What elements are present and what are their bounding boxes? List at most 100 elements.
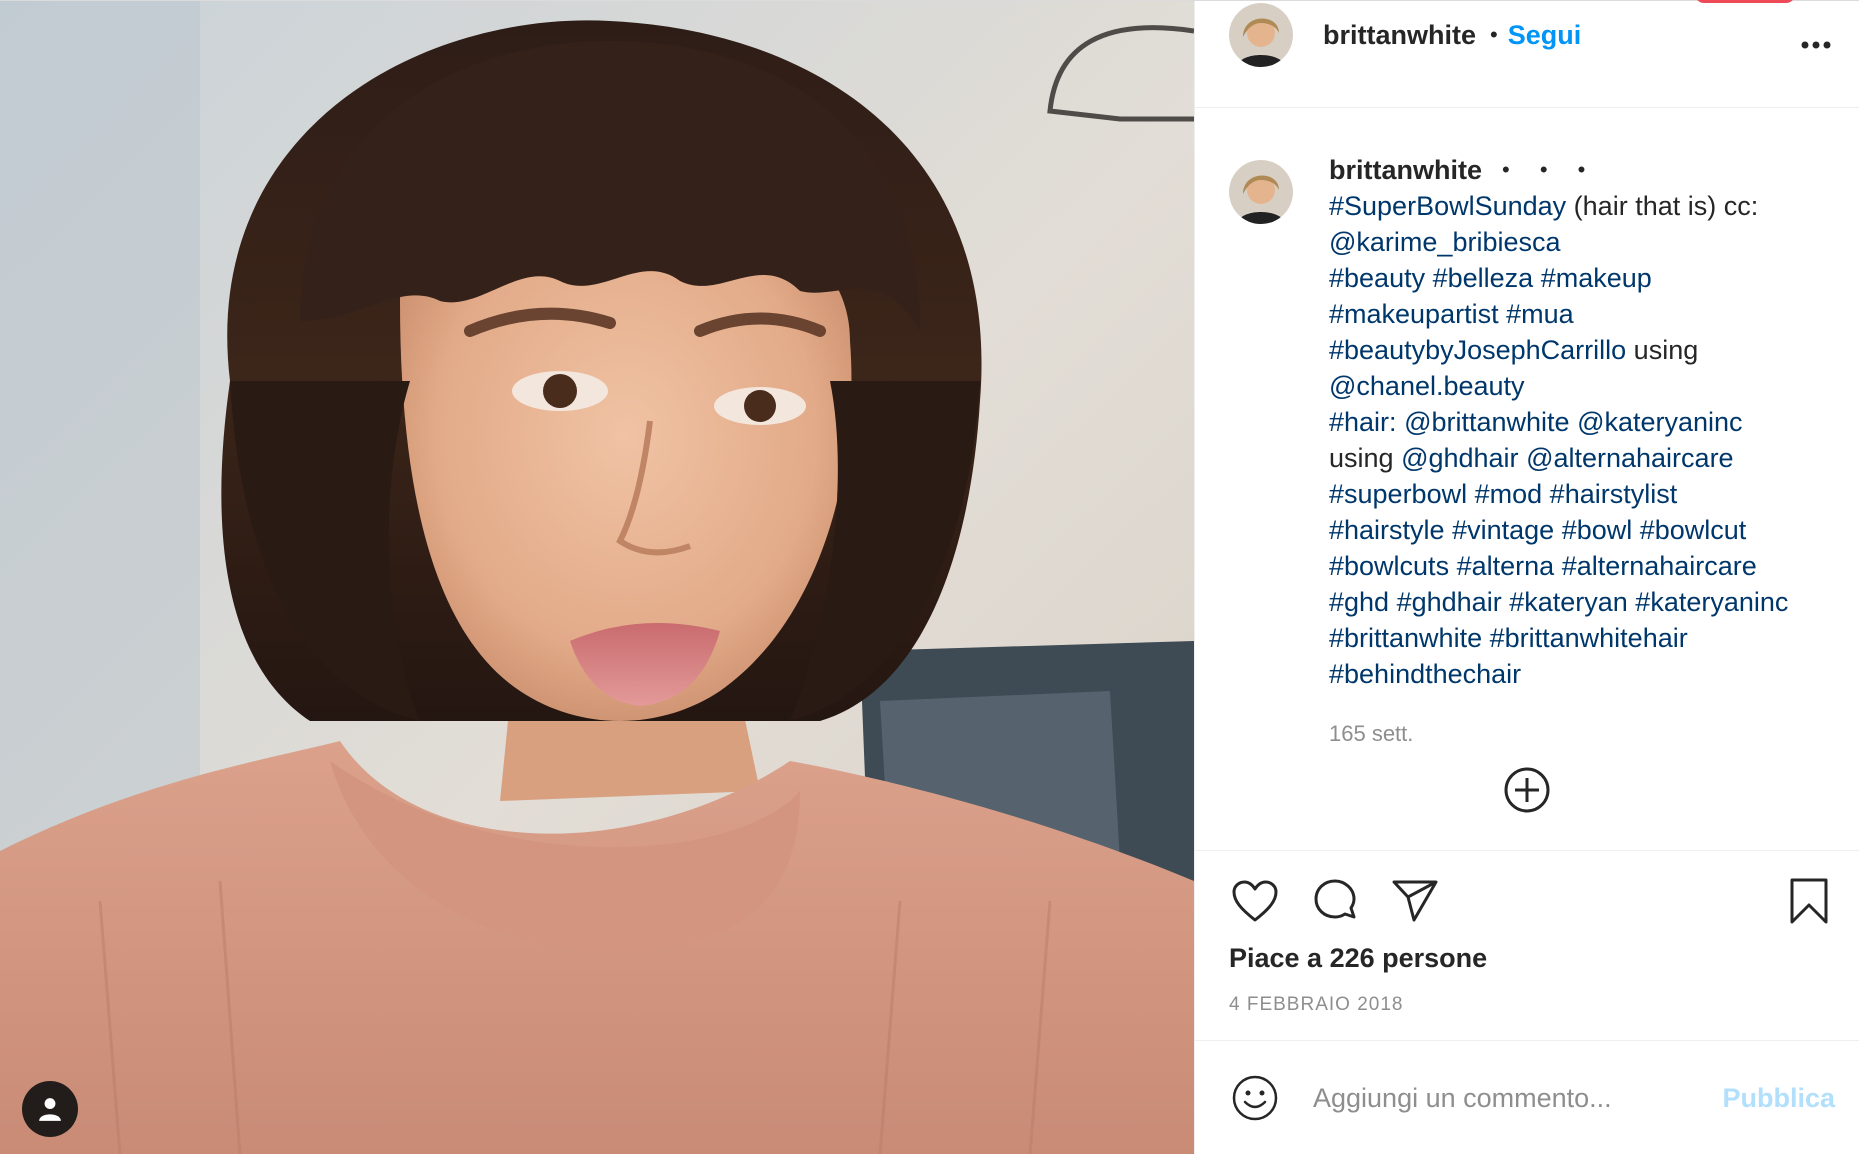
avatar[interactable] (1229, 3, 1293, 67)
caption-text-run (1533, 263, 1541, 293)
caption-link[interactable]: #SuperBowlSunday (1329, 191, 1566, 221)
caption-link[interactable]: #hairstyle (1329, 515, 1445, 545)
separator-dot: • (1490, 22, 1498, 47)
caption-text-run: (hair that is) cc: (1566, 191, 1759, 221)
caption-text: brittanwhite • • • #SuperBowlSunday (hai… (1329, 152, 1835, 752)
caption-line: #beauty #belleza #makeup (1329, 260, 1835, 296)
plus-circle-icon (1504, 767, 1550, 813)
username-link[interactable]: brittanwhite (1323, 20, 1476, 51)
caption-link[interactable]: @kateryaninc (1577, 407, 1742, 437)
caption-row: brittanwhite • • • #SuperBowlSunday (hai… (1229, 152, 1835, 752)
caption-text-run (1570, 407, 1578, 437)
comment-icon (1314, 879, 1356, 919)
caption-link[interactable]: #superbowl (1329, 479, 1467, 509)
comments-section: brittanwhite • • • #SuperBowlSunday (hai… (1195, 108, 1859, 850)
caption-link[interactable]: #ghdhair (1397, 587, 1502, 617)
caption-text-run (1445, 515, 1453, 545)
caption-text-run (1389, 587, 1397, 617)
caption-line: @chanel.beauty (1329, 368, 1835, 404)
caption-link[interactable]: #beautybyJosephCarrillo (1329, 335, 1626, 365)
caption-link[interactable]: #kateryan (1509, 587, 1628, 617)
caption-head: brittanwhite • • • (1329, 152, 1835, 188)
caption-link[interactable]: #alternahaircare (1562, 551, 1757, 581)
caption-options-button[interactable]: • • • (1502, 152, 1597, 188)
publish-button[interactable]: Pubblica (1722, 1083, 1835, 1114)
post-side-panel: brittanwhite • Segui brittanwhite • • • … (1194, 0, 1859, 1154)
heart-icon (1232, 880, 1278, 922)
smiley-icon (1232, 1075, 1278, 1121)
caption-link[interactable]: #makeupartist (1329, 299, 1499, 329)
user-icon (39, 1098, 61, 1121)
caption-text-run (1519, 443, 1527, 473)
paper-plane-icon (1392, 880, 1438, 922)
instagram-post: brittanwhite • Segui brittanwhite • • • … (0, 0, 1859, 1154)
post-time-ago: 165 sett. (1329, 721, 1414, 746)
portrait-image (0, 1, 1194, 1154)
caption-line: #brittanwhite #brittanwhitehair (1329, 620, 1835, 656)
caption-line: #superbowl #mod #hairstylist (1329, 476, 1835, 512)
caption-link[interactable]: #behindthechair (1329, 659, 1521, 689)
caption-text-run (1632, 515, 1640, 545)
caption-line: #makeupartist #mua (1329, 296, 1835, 332)
caption-link[interactable]: #bowl (1562, 515, 1633, 545)
caption-link[interactable]: @karime_bribiesca (1329, 227, 1561, 257)
caption-link[interactable]: #makeup (1541, 263, 1652, 293)
caption-link[interactable]: @ghdhair (1401, 443, 1518, 473)
follow-button[interactable]: Segui (1508, 20, 1582, 51)
share-button[interactable] (1389, 875, 1441, 927)
post-actions: Piace a 226 persone 4 febbraio 2018 (1195, 850, 1859, 1040)
caption-line: #hairstyle #vintage #bowl #bowlcut (1329, 512, 1835, 548)
tagged-users-button[interactable] (22, 1081, 78, 1137)
caption-link[interactable]: #mod (1475, 479, 1543, 509)
caption-link[interactable]: @brittanwhite (1404, 407, 1569, 437)
emoji-button[interactable] (1229, 1072, 1281, 1124)
caption-text-run: using (1626, 335, 1699, 365)
caption-link[interactable]: #brittanwhite (1329, 623, 1482, 653)
caption-avatar[interactable] (1229, 160, 1293, 224)
caption-line: #behindthechair (1329, 656, 1835, 692)
caption-link[interactable]: #belleza (1433, 263, 1534, 293)
comment-input[interactable] (1311, 1081, 1711, 1115)
caption-link[interactable]: #bowlcut (1640, 515, 1747, 545)
action-icons-row (1229, 851, 1835, 951)
caption-link[interactable]: #alterna (1457, 551, 1555, 581)
caption-line: #hair: @brittanwhite @kateryaninc (1329, 404, 1835, 440)
load-more-comments-button[interactable] (1503, 766, 1551, 814)
caption-text-run (1542, 479, 1550, 509)
caption-line: #ghd #ghdhair #kateryan #kateryaninc (1329, 584, 1835, 620)
caption-link[interactable]: @alternahaircare (1526, 443, 1734, 473)
caption-text-run (1397, 407, 1405, 437)
caption-text-run (1449, 551, 1457, 581)
caption-lines: #SuperBowlSunday (hair that is) cc: @kari… (1329, 188, 1835, 692)
comment-button[interactable] (1309, 875, 1361, 927)
caption-line: #bowlcuts #alterna #alternahaircare (1329, 548, 1835, 584)
caption-link[interactable]: #kateryaninc (1635, 587, 1788, 617)
caption-link[interactable]: #vintage (1452, 515, 1554, 545)
caption-line: @karime_bribiesca (1329, 224, 1835, 260)
caption-link[interactable]: #beauty (1329, 263, 1425, 293)
caption-line: #SuperBowlSunday (hair that is) cc: (1329, 188, 1835, 224)
caption-link[interactable]: #hair: (1329, 407, 1397, 437)
caption-username-link[interactable]: brittanwhite (1329, 152, 1482, 188)
post-header: brittanwhite • Segui (1195, 1, 1859, 108)
add-comment-bar: Pubblica (1195, 1040, 1859, 1154)
more-options-button[interactable] (1801, 23, 1831, 57)
caption-text-run: using (1329, 443, 1402, 473)
save-button[interactable] (1783, 875, 1835, 927)
caption-link[interactable]: #brittanwhitehair (1490, 623, 1688, 653)
like-button[interactable] (1229, 875, 1281, 927)
caption-line: using @ghdhair @alternahaircare (1329, 440, 1835, 476)
caption-link[interactable]: #ghd (1329, 587, 1389, 617)
caption-link[interactable]: #mua (1506, 299, 1574, 329)
caption-link[interactable]: #bowlcuts (1329, 551, 1449, 581)
caption-text-run (1554, 515, 1562, 545)
post-date[interactable]: 4 febbraio 2018 (1229, 994, 1835, 1016)
caption-text-run (1499, 299, 1507, 329)
header-user: brittanwhite • Segui (1323, 20, 1581, 51)
caption-text-run (1467, 479, 1475, 509)
caption-text-run (1482, 623, 1490, 653)
post-photo[interactable] (0, 1, 1194, 1154)
more-horizontal-icon (1801, 41, 1831, 49)
caption-link[interactable]: #hairstylist (1550, 479, 1678, 509)
caption-link[interactable]: @chanel.beauty (1329, 371, 1525, 401)
